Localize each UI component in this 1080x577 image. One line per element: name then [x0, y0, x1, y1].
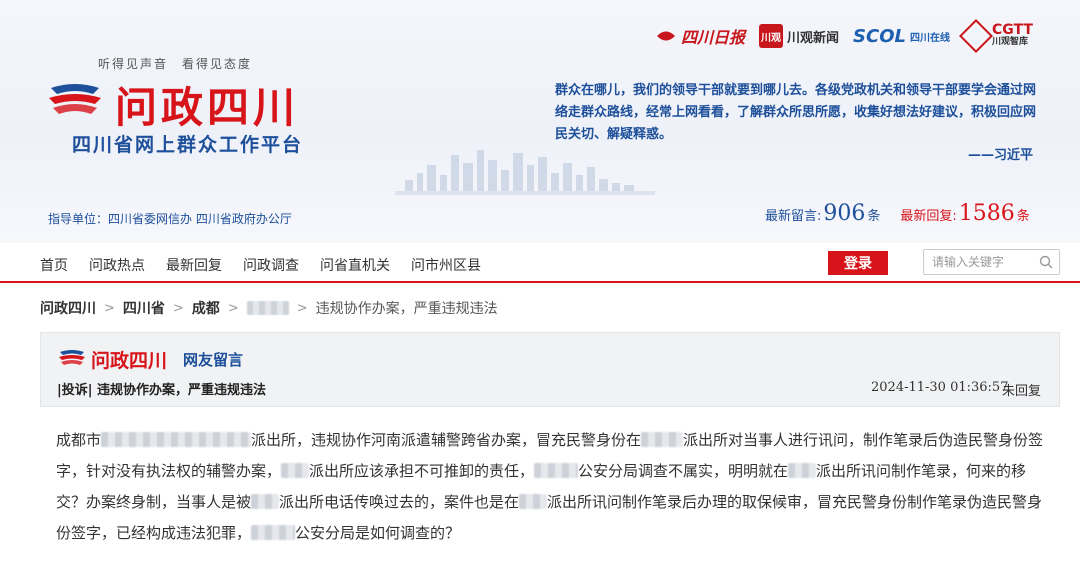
city-skyline-graphic	[395, 150, 655, 195]
panel-subtitle: 网友留言	[183, 351, 244, 369]
body-text: 派出所，违规协作河南派遣辅警跨省办案，冒充民警身份在	[251, 431, 642, 449]
panel-brand: 问政四川	[91, 350, 168, 372]
redacted-text	[788, 463, 817, 478]
nav-latest-reply[interactable]: 最新回复	[166, 255, 222, 275]
body-text: 公安分局是如何调查的？	[295, 524, 461, 542]
search-box	[923, 249, 1060, 275]
partner-cg-news[interactable]: 川观 川观新闻	[759, 24, 839, 48]
redacted-text	[534, 463, 579, 478]
stats-counts: 最新留言: 906 条 最新回复: 1586 条	[765, 201, 1030, 226]
msg-count-value: 906	[823, 201, 866, 226]
reply-count-value: 1586	[958, 201, 1015, 226]
chevron-right-icon: >	[104, 300, 115, 316]
main-nav: 首页 问政热点 最新回复 问政调查 问省直机关 问市州区县	[0, 243, 1080, 283]
message-title: |投诉| 违规协作办案，严重违规违法	[57, 383, 267, 398]
search-icon[interactable]	[1039, 255, 1053, 269]
breadcrumb: 问政四川 > 四川省 > 成都 > > 违规协作办案，严重违规违法	[40, 298, 498, 318]
partner-scol[interactable]: SCOL 四川在线	[853, 26, 950, 47]
slogan: 听得见声音 看得见态度	[98, 57, 253, 71]
quote-author: ——习近平	[968, 148, 1034, 163]
logo-mark-icon	[59, 350, 85, 365]
redacted-text	[519, 494, 548, 509]
partner-cgtt[interactable]: CGTT 川观智库	[959, 19, 1033, 53]
cgtt-logo-icon	[959, 19, 993, 53]
reply-status-badge: 未回复	[1002, 384, 1042, 399]
message-header-panel: 问政四川 网友留言 |投诉| 违规协作办案，严重违规违法 2024-11-30 …	[40, 332, 1060, 407]
chevron-right-icon: >	[227, 300, 239, 316]
reply-count-label: 最新回复:	[900, 209, 957, 224]
chevron-right-icon: >	[296, 300, 308, 316]
nav-cities-counties[interactable]: 问市州区县	[411, 255, 481, 275]
body-text: 派出所电话传唤过去的，案件也是在	[279, 493, 520, 511]
breadcrumb-home[interactable]: 问政四川	[40, 298, 96, 318]
body-text: 派出所应该承担不可推卸的责任，	[309, 462, 535, 480]
logo-mark-icon	[49, 84, 101, 114]
nav-provincial-agencies[interactable]: 问省直机关	[320, 255, 390, 275]
leader-quote: 群众在哪儿，我们的领导干部就要到哪儿去。各级党政机关和领导干部要学会通过网络走群…	[555, 83, 1037, 142]
partner-sc-daily[interactable]: 四川日报	[655, 24, 745, 48]
msg-count-label: 最新留言:	[765, 209, 822, 224]
guide-units: 指导单位：四川省委网信办 四川省政府办公厅	[48, 212, 292, 226]
nav-survey[interactable]: 问政调查	[243, 255, 299, 275]
redacted-text	[101, 432, 252, 447]
breadcrumb-current: 违规协作办案，严重违规违法	[315, 301, 498, 317]
platform-title: 四川省网上群众工作平台	[72, 134, 304, 156]
nav-hot[interactable]: 问政热点	[89, 255, 145, 275]
body-text: 成都市	[56, 431, 102, 449]
breadcrumb-redacted[interactable]	[246, 301, 289, 315]
search-input[interactable]	[924, 250, 1034, 274]
body-text: 公安分局调查不属实，明明就在	[578, 462, 789, 480]
redacted-text	[641, 432, 684, 447]
cg-news-logo-icon: 川观	[759, 24, 784, 48]
message-body: 成都市 派出所，违规协作河南派遣辅警跨省办案，冒充民警身份在 派出所对当事人进行讯问…	[56, 425, 1046, 549]
partner-logos: 四川日报 川观 川观新闻 SCOL 四川在线 CGTT 川观智库	[655, 19, 1033, 53]
redacted-text	[281, 463, 310, 478]
redacted-text	[251, 494, 280, 509]
header-banner: 听得见声音 看得见态度 问政四川 四川省网上群众工作平台 指导单位：四川省委网信…	[0, 0, 1080, 243]
nav-home[interactable]: 首页	[40, 255, 68, 275]
login-button[interactable]: 登录	[828, 251, 888, 275]
site-logo-text[interactable]: 问政四川	[115, 74, 299, 135]
message-timestamp: 2024-11-30 01:36:57	[871, 380, 1009, 395]
breadcrumb-city[interactable]: 成都	[192, 298, 220, 318]
breadcrumb-province[interactable]: 四川省	[123, 298, 165, 318]
chevron-right-icon: >	[172, 300, 184, 316]
sc-daily-logo-icon	[657, 31, 675, 41]
redacted-text	[251, 525, 296, 540]
